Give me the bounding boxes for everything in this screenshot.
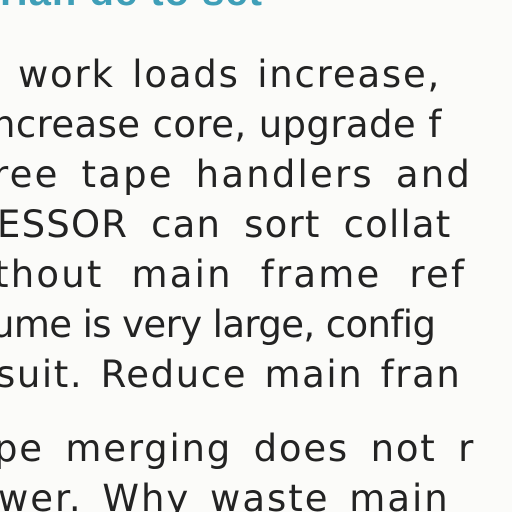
text-line: thout main frame ref: [0, 253, 467, 296]
document-page: rlan de to set work loads increase, ncre…: [0, 0, 512, 512]
text-line: ree tape handlers and: [0, 153, 473, 196]
text-line: wer. Why waste main: [0, 477, 450, 512]
text-line: ESSOR can sort collat: [0, 203, 452, 246]
text-line: pe merging does not r: [0, 427, 476, 470]
heading-fragment: rlan de to set: [0, 0, 263, 15]
text-line: work loads increase,: [18, 53, 442, 96]
text-line: ncrease core, upgrade f: [0, 103, 442, 146]
text-line: suit. Reduce main fran: [0, 353, 462, 396]
text-line: ume is very large, config: [0, 303, 436, 346]
